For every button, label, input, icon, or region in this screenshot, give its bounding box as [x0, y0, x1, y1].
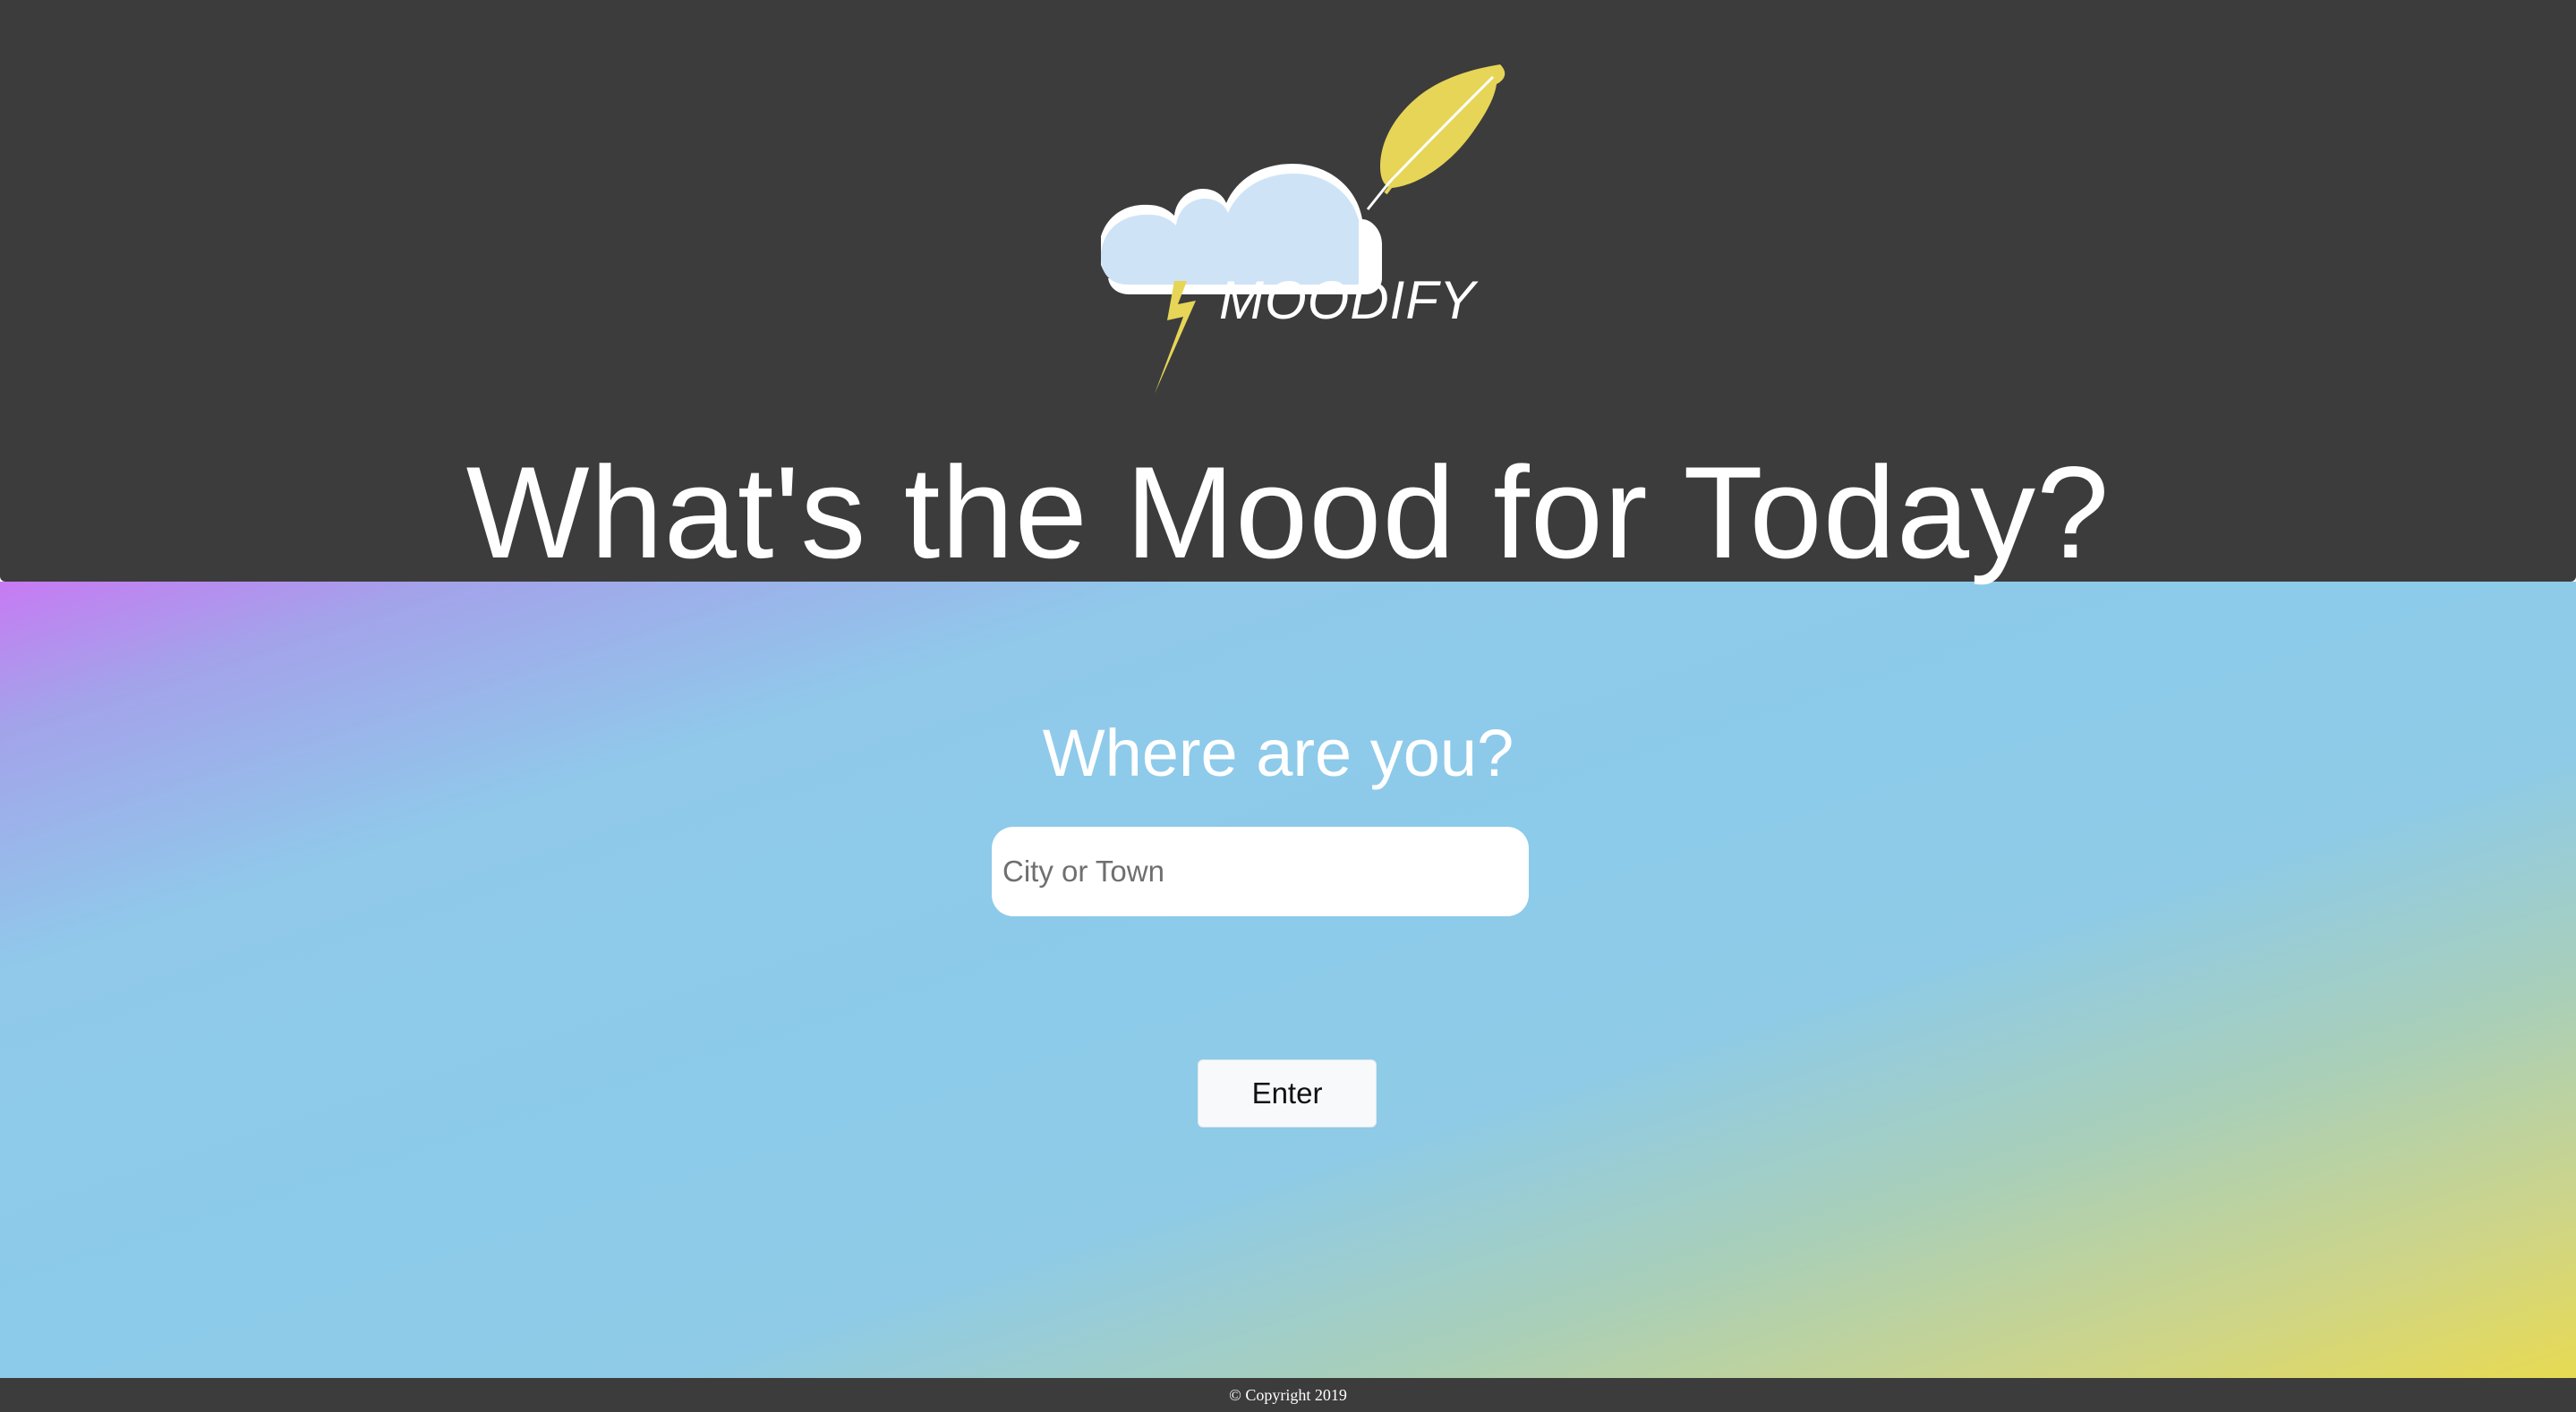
- enter-button[interactable]: Enter: [1198, 1059, 1377, 1127]
- site-header: MOODIFY What's the Mood for Today?: [0, 0, 2576, 585]
- city-input[interactable]: [992, 827, 1529, 916]
- logo-text: MOODIFY: [1219, 270, 1479, 330]
- page: MOODIFY What's the Mood for Today? Where…: [0, 0, 2576, 1412]
- page-headline: What's the Mood for Today?: [465, 439, 2111, 585]
- lightning-bolt-icon: [1155, 281, 1196, 394]
- site-footer: © Copyright 2019: [0, 1378, 2576, 1412]
- moodify-logo: MOODIFY: [1101, 64, 1506, 394]
- feather-icon: [1366, 64, 1506, 210]
- copyright-text: © Copyright 2019: [1229, 1386, 1347, 1404]
- location-section: Where are you? Enter: [0, 582, 2576, 1378]
- location-question: Where are you?: [1042, 716, 1514, 790]
